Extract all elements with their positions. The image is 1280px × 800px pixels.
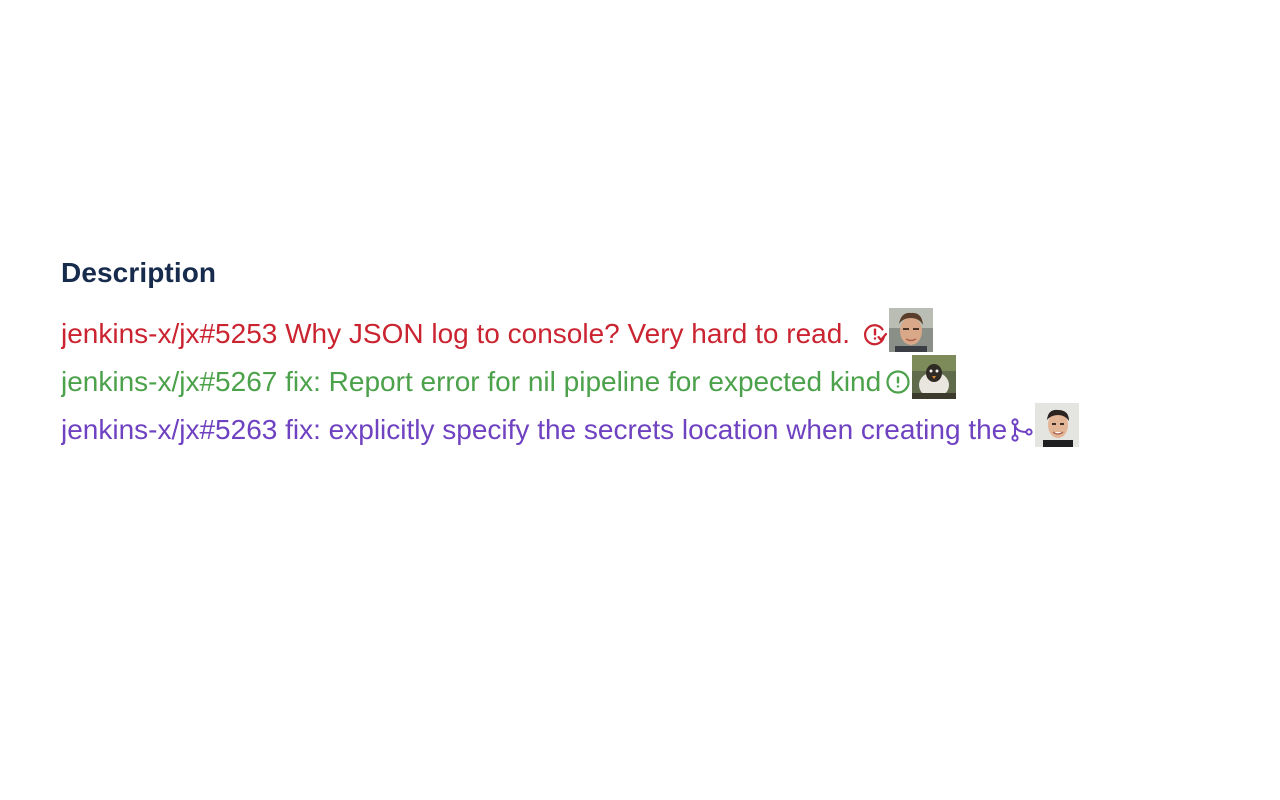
section-title: Description	[61, 257, 217, 288]
issue-link[interactable]: jenkins-x/jx#5253 Why JSON log to consol…	[61, 310, 850, 358]
avatar[interactable]	[912, 355, 957, 399]
issue-link[interactable]: jenkins-x/jx#5267 fix: Report error for …	[61, 358, 881, 406]
description-section: Description jenkins-x/jx#5253 Why JSON l…	[61, 254, 1241, 454]
git-merge-icon	[1009, 417, 1035, 443]
issue-link[interactable]: jenkins-x/jx#5263 fix: explicitly specif…	[61, 406, 1007, 454]
issue-opened-icon	[885, 369, 911, 395]
list-item: jenkins-x/jx#5263 fix: explicitly specif…	[61, 403, 1241, 454]
page: Description jenkins-x/jx#5253 Why JSON l…	[0, 0, 1280, 800]
list-item: jenkins-x/jx#5253 Why JSON log to consol…	[61, 308, 1241, 358]
avatar[interactable]	[889, 308, 934, 352]
avatar[interactable]	[1035, 403, 1080, 447]
issue-closed-icon	[862, 321, 888, 347]
list-item: jenkins-x/jx#5267 fix: Report error for …	[61, 355, 1241, 406]
issue-list: jenkins-x/jx#5253 Why JSON log to consol…	[61, 308, 1241, 454]
